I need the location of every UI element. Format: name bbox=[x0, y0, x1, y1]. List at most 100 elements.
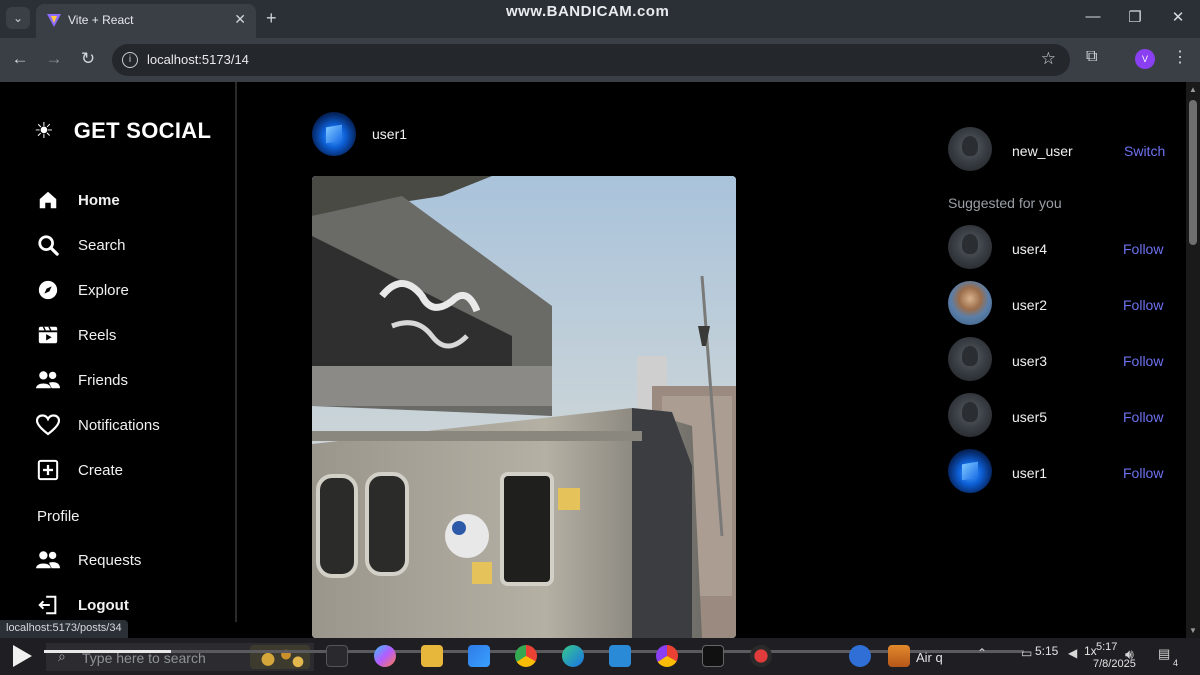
taskbar-search-box[interactable]: ⌕ Type here to search bbox=[46, 643, 314, 671]
vite-logo-icon bbox=[47, 14, 61, 27]
store-icon[interactable] bbox=[468, 645, 490, 667]
sidebar-item-label: Home bbox=[78, 191, 120, 209]
follow-button[interactable]: Follow bbox=[1123, 465, 1163, 481]
suggested-username[interactable]: user3 bbox=[1012, 353, 1047, 369]
app-page: ☀ GET SOCIAL Home Search Explore Reels F… bbox=[0, 82, 1186, 638]
sidebar-divider bbox=[235, 82, 237, 622]
sidebar-item-label: Friends bbox=[78, 371, 129, 389]
browser-tab-bar: ⌄ Vite + React ✕ + www.BANDICAM.com — ❐ … bbox=[0, 0, 1200, 38]
subway-train-photo bbox=[312, 176, 736, 638]
notification-center-icon[interactable]: ▤ bbox=[1158, 646, 1170, 662]
film-icon bbox=[36, 323, 60, 347]
task-view-icon[interactable] bbox=[326, 645, 348, 667]
sidebar-item-explore[interactable]: Explore bbox=[36, 278, 129, 302]
sidebar-item-home[interactable]: Home bbox=[36, 188, 120, 212]
browser-tab[interactable]: Vite + React ✕ bbox=[36, 4, 256, 38]
new-tab-button[interactable]: + bbox=[266, 8, 277, 29]
scroll-up-icon[interactable]: ▲ bbox=[1189, 85, 1197, 94]
brand[interactable]: ☀ GET SOCIAL bbox=[34, 118, 211, 144]
recorder-watermark: www.BANDICAM.com bbox=[506, 3, 670, 20]
post-username[interactable]: user1 bbox=[372, 126, 407, 142]
post-header[interactable]: user1 bbox=[312, 112, 407, 156]
file-explorer-icon[interactable] bbox=[421, 645, 443, 667]
back-arrow-icon[interactable]: ← bbox=[10, 49, 30, 69]
browser-menu-icon[interactable]: ⋮ bbox=[1172, 47, 1188, 67]
follow-button[interactable]: Follow bbox=[1123, 297, 1163, 313]
avatar[interactable] bbox=[948, 337, 992, 381]
notification-count: 4 bbox=[1173, 658, 1179, 668]
sidebar-item-create[interactable]: Create bbox=[36, 458, 123, 482]
sidebar-item-notifications[interactable]: Notifications bbox=[36, 413, 160, 437]
browser-profile-avatar[interactable]: V bbox=[1135, 49, 1155, 69]
avatar[interactable] bbox=[948, 393, 992, 437]
sidebar-item-label: Reels bbox=[78, 326, 117, 344]
minimize-button[interactable]: — bbox=[1081, 8, 1105, 25]
sidebar-item-label: Search bbox=[78, 236, 126, 254]
tab-search-menu-button[interactable]: ⌄ bbox=[6, 7, 30, 29]
site-info-icon[interactable]: i bbox=[122, 52, 138, 68]
bandicam-icon[interactable] bbox=[750, 645, 772, 667]
tab-title: Vite + React bbox=[68, 13, 134, 27]
sidebar-item-logout[interactable]: Logout bbox=[36, 593, 129, 617]
follow-button[interactable]: Follow bbox=[1123, 241, 1163, 257]
avatar[interactable] bbox=[948, 281, 992, 325]
tab-close-icon[interactable]: ✕ bbox=[234, 11, 246, 28]
vscode-icon[interactable] bbox=[609, 645, 631, 667]
avatar[interactable] bbox=[948, 449, 992, 493]
suggested-username[interactable]: user2 bbox=[1012, 297, 1047, 313]
logout-icon bbox=[36, 593, 60, 617]
copilot-icon[interactable] bbox=[374, 645, 396, 667]
close-window-button[interactable]: ✕ bbox=[1166, 8, 1190, 26]
speaker-icon[interactable]: 🔊︎ bbox=[1125, 646, 1134, 663]
sidebar-item-search[interactable]: Search bbox=[36, 233, 126, 257]
playback-progress-fill bbox=[44, 650, 172, 653]
follow-button[interactable]: Follow bbox=[1123, 353, 1163, 369]
suggested-username[interactable]: user5 bbox=[1012, 409, 1047, 425]
battery-icon: ▭ bbox=[1021, 646, 1033, 660]
volume-icon[interactable]: ◀ bbox=[1068, 646, 1077, 660]
current-user-name[interactable]: new_user bbox=[1012, 143, 1073, 159]
page-scrollbar[interactable]: ▲ ▼ bbox=[1186, 82, 1200, 638]
sun-icon[interactable]: ☀ bbox=[34, 118, 54, 144]
suggested-heading: Suggested for you bbox=[948, 195, 1062, 211]
sidebar-item-label: Requests bbox=[78, 551, 142, 569]
current-user-avatar[interactable] bbox=[948, 127, 992, 171]
scroll-thumb[interactable] bbox=[1189, 100, 1197, 245]
sidebar-item-label: Notifications bbox=[78, 416, 160, 434]
browser-toolbar: ← → ↻ i localhost:5173/14 ☆ ⧉ V ⋮ bbox=[0, 38, 1200, 82]
forward-arrow-icon[interactable]: → bbox=[44, 49, 64, 69]
avatar[interactable] bbox=[948, 225, 992, 269]
address-bar[interactable]: i localhost:5173/14 ☆ bbox=[112, 44, 1070, 76]
home-icon bbox=[36, 188, 60, 212]
suggested-username[interactable]: user1 bbox=[1012, 465, 1047, 481]
weather-text: Air q bbox=[916, 650, 943, 665]
sidebar-item-requests[interactable]: Requests bbox=[36, 548, 141, 572]
bookmark-star-icon[interactable]: ☆ bbox=[1041, 49, 1056, 69]
profile-heading[interactable]: Profile bbox=[37, 508, 80, 525]
chrome-profile-icon[interactable] bbox=[656, 645, 678, 667]
sidebar-item-label: Logout bbox=[78, 596, 129, 614]
sidebar-item-friends[interactable]: Friends bbox=[36, 368, 128, 392]
play-icon[interactable] bbox=[10, 643, 34, 669]
tray-chevron-icon[interactable]: ⌃ bbox=[977, 646, 987, 660]
avatar[interactable] bbox=[312, 112, 356, 156]
sidebar-item-label: Create bbox=[78, 461, 124, 479]
post-image[interactable] bbox=[312, 176, 736, 638]
users-icon bbox=[36, 368, 60, 392]
edge-icon[interactable] bbox=[562, 645, 584, 667]
reload-icon[interactable]: ↻ bbox=[78, 49, 98, 69]
extensions-puzzle-icon[interactable]: ⧉ bbox=[1086, 48, 1097, 66]
chrome-icon[interactable] bbox=[515, 645, 537, 667]
plus-square-icon bbox=[36, 458, 60, 482]
switch-account-link[interactable]: Switch bbox=[1124, 143, 1165, 159]
weather-icon bbox=[888, 645, 910, 667]
scroll-down-icon[interactable]: ▼ bbox=[1189, 626, 1197, 635]
maximize-button[interactable]: ❐ bbox=[1123, 8, 1147, 26]
sidebar-item-reels[interactable]: Reels bbox=[36, 323, 116, 347]
help-icon[interactable] bbox=[849, 645, 871, 667]
playback-speed[interactable]: 1x bbox=[1084, 644, 1097, 658]
suggested-username[interactable]: user4 bbox=[1012, 241, 1047, 257]
terminal-icon[interactable] bbox=[702, 645, 724, 667]
address-url[interactable]: localhost:5173/14 bbox=[147, 52, 249, 67]
follow-button[interactable]: Follow bbox=[1123, 409, 1163, 425]
